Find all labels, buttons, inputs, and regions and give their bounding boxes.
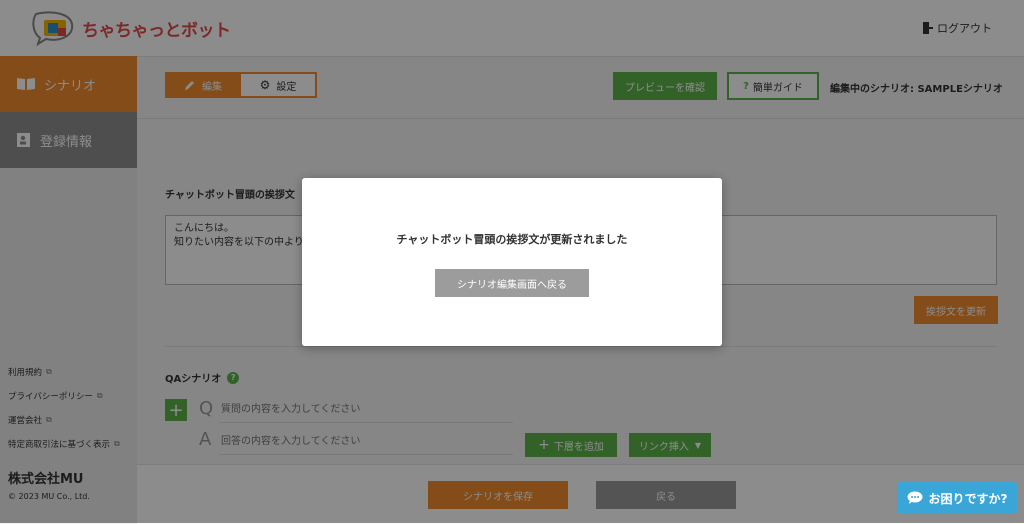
update-complete-dialog: チャットボット冒頭の挨拶文が更新されました シナリオ編集画面へ戻る [302,178,722,346]
help-chat-button[interactable]: お困りですか? [897,482,1017,514]
return-to-editor-button[interactable]: シナリオ編集画面へ戻る [435,269,589,297]
chat-bubble-icon [907,491,923,504]
dialog-message: チャットボット冒頭の挨拶文が更新されました [396,233,628,246]
